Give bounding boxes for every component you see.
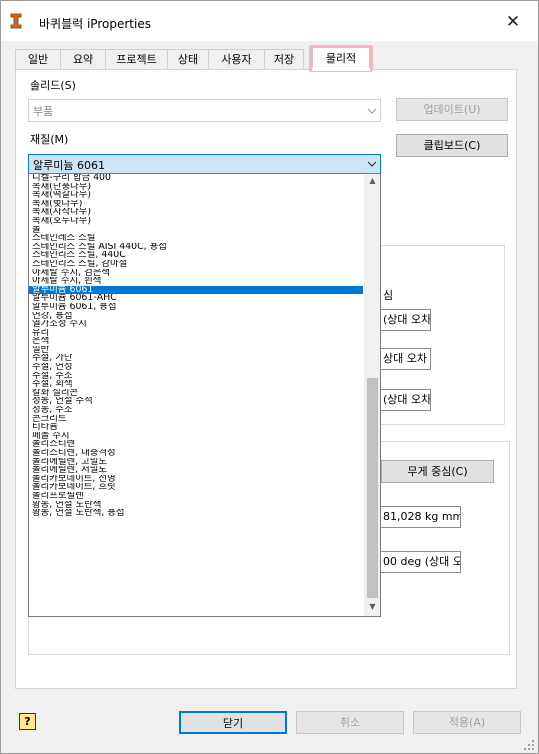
material-select[interactable]: 알루미늄 6061 bbox=[28, 154, 381, 174]
material-list-item[interactable]: 니켈-구리 합금 400 bbox=[29, 174, 363, 183]
moment-field[interactable]: 81,028 kg mm^ bbox=[379, 506, 461, 528]
material-list-item[interactable]: 열가소성 수지 bbox=[29, 320, 363, 329]
tab-custom[interactable]: 사용자 bbox=[208, 49, 265, 70]
chevron-down-icon bbox=[367, 108, 377, 114]
material-dropdown-list[interactable]: 니켈-구리 합금 400 목재(단풍나무) 목재(떡갈나무) 목재(벚나무) 목재(자작… bbox=[28, 173, 381, 617]
material-list-item[interactable]: 은색 bbox=[29, 337, 363, 346]
field-relative-error-1[interactable]: (상대 오차 bbox=[379, 309, 431, 331]
apply-button[interactable]: 적용(A) bbox=[413, 711, 521, 734]
material-list-item[interactable]: 황동, 연철 노란색 bbox=[29, 501, 363, 510]
material-list-item[interactable]: 알루미늄 6061 bbox=[29, 285, 363, 295]
material-list-item[interactable]: 폴리프로필렌 bbox=[29, 492, 363, 501]
title-bar: 바퀴블럭 iProperties ✕ bbox=[1, 1, 538, 41]
material-list-items: 니켈-구리 합금 400 목재(단풍나무) 목재(떡갈나무) 목재(벚나무) 목재(자작… bbox=[29, 174, 363, 518]
close-button[interactable]: 닫기 bbox=[179, 711, 287, 734]
material-value: 알루미늄 6061 bbox=[33, 159, 105, 172]
material-list-item[interactable]: 목재(단풍나무) bbox=[29, 183, 363, 192]
material-list-item[interactable]: 주철, 가단 bbox=[29, 354, 363, 363]
scroll-up-icon[interactable]: ▲ bbox=[367, 176, 378, 188]
material-list-item[interactable]: 폴리스티렌 bbox=[29, 440, 363, 449]
resize-grip-icon[interactable] bbox=[521, 737, 535, 751]
material-list-item[interactable]: 티타늄 bbox=[29, 423, 363, 432]
material-list-item[interactable]: 폴리스티렌, 내충격성 bbox=[29, 449, 363, 458]
update-button[interactable]: 업데이트(U) bbox=[396, 98, 508, 121]
tab-status[interactable]: 상태 bbox=[167, 49, 209, 70]
material-list-item[interactable]: 청동, 주조 bbox=[29, 406, 363, 415]
angle-field[interactable]: 00 deg (상대 오 bbox=[379, 551, 461, 573]
material-list-item[interactable]: 목재(벚나무) bbox=[29, 200, 363, 209]
solid-label: 솔리드(S) bbox=[30, 79, 76, 92]
material-list-item[interactable]: 황동, 연철 노란색, 용접 bbox=[29, 509, 363, 518]
window-title: 바퀴블럭 iProperties bbox=[39, 17, 151, 31]
material-list-item[interactable]: 주철, 연성 bbox=[29, 363, 363, 372]
tab-join bbox=[312, 68, 370, 71]
material-list-item[interactable]: 몰 bbox=[29, 226, 363, 235]
material-list-item[interactable]: 알루미늄 6061, 용접 bbox=[29, 303, 363, 312]
material-list-item[interactable]: 스테인레스 스틸 bbox=[29, 234, 363, 243]
cancel-button[interactable]: 취소 bbox=[296, 711, 404, 734]
material-list-item[interactable]: 페놀 수지 bbox=[29, 432, 363, 441]
field-relative-error-2[interactable]: 상대 오차 bbox=[379, 348, 431, 370]
material-list-item[interactable]: 스테인리스 스틸 AISI 440C, 용접 bbox=[29, 243, 363, 252]
material-list-item[interactable]: 폴리카보네이트, 흐릿 bbox=[29, 483, 363, 492]
tab-project[interactable]: 프로젝트 bbox=[105, 49, 168, 70]
material-list-item[interactable]: 목재(호두나무) bbox=[29, 217, 363, 226]
material-list-item[interactable]: 알루미늄 6061-AHC bbox=[29, 294, 363, 303]
material-list-item[interactable]: 칼화 실리콘 bbox=[29, 389, 363, 398]
tab-physical[interactable]: 물리적 bbox=[312, 47, 370, 70]
iproperties-dialog: 바퀴블럭 iProperties ✕ 일반 요약 프로젝트 상태 사용자 저장 … bbox=[0, 0, 539, 754]
material-list-item[interactable]: 폴리에틸렌, 저밀도 bbox=[29, 466, 363, 475]
material-list-item[interactable]: 아세탈 수지, 검은색 bbox=[29, 269, 363, 278]
tab-general[interactable]: 일반 bbox=[15, 49, 61, 70]
material-list-item[interactable]: 스테인리스 스틸, 440C bbox=[29, 251, 363, 260]
tab-save[interactable]: 저장 bbox=[264, 49, 304, 70]
solid-value: 부품 bbox=[33, 105, 54, 118]
material-list-item[interactable]: 주철, 주조 bbox=[29, 372, 363, 381]
material-list-item[interactable]: 스테인리스 스틸, 감마철 bbox=[29, 260, 363, 269]
app-icon bbox=[10, 13, 22, 29]
field-relative-error-3[interactable]: (상대 오차 bbox=[379, 389, 431, 411]
partial-label: 심 bbox=[383, 289, 394, 302]
close-icon[interactable]: ✕ bbox=[501, 11, 525, 33]
material-list-item[interactable]: 아세탈 수지, 흰색 bbox=[29, 277, 363, 286]
center-of-gravity-button[interactable]: 무게 중심(C) bbox=[381, 460, 494, 483]
scrollbar-thumb[interactable] bbox=[367, 378, 378, 598]
help-icon[interactable]: ? bbox=[19, 713, 36, 730]
tab-summary[interactable]: 요약 bbox=[60, 49, 106, 70]
material-list-item[interactable]: 목재(떡갈나무) bbox=[29, 191, 363, 200]
scroll-down-icon[interactable]: ▼ bbox=[367, 602, 378, 614]
material-list-item[interactable]: 일반 bbox=[29, 346, 363, 355]
material-list-item[interactable]: 청동, 연철 주석 bbox=[29, 397, 363, 406]
chevron-down-icon bbox=[367, 161, 377, 167]
solid-select[interactable]: 부품 bbox=[28, 99, 381, 122]
material-list-item[interactable]: 콘크리트 bbox=[29, 415, 363, 424]
material-list-item[interactable]: 유리 bbox=[29, 329, 363, 338]
material-list-item[interactable]: 연강, 용접 bbox=[29, 312, 363, 321]
clipboard-button[interactable]: 클립보드(C) bbox=[396, 134, 508, 157]
material-list-item[interactable]: 폴리카보네이트, 선명 bbox=[29, 475, 363, 484]
material-list-item[interactable]: 목재(자작나무) bbox=[29, 208, 363, 217]
material-list-item[interactable]: 폴리에틸렌, 고밀도 bbox=[29, 458, 363, 467]
material-label: 재질(M) bbox=[30, 133, 69, 146]
material-list-item[interactable]: 주철, 회색 bbox=[29, 380, 363, 389]
